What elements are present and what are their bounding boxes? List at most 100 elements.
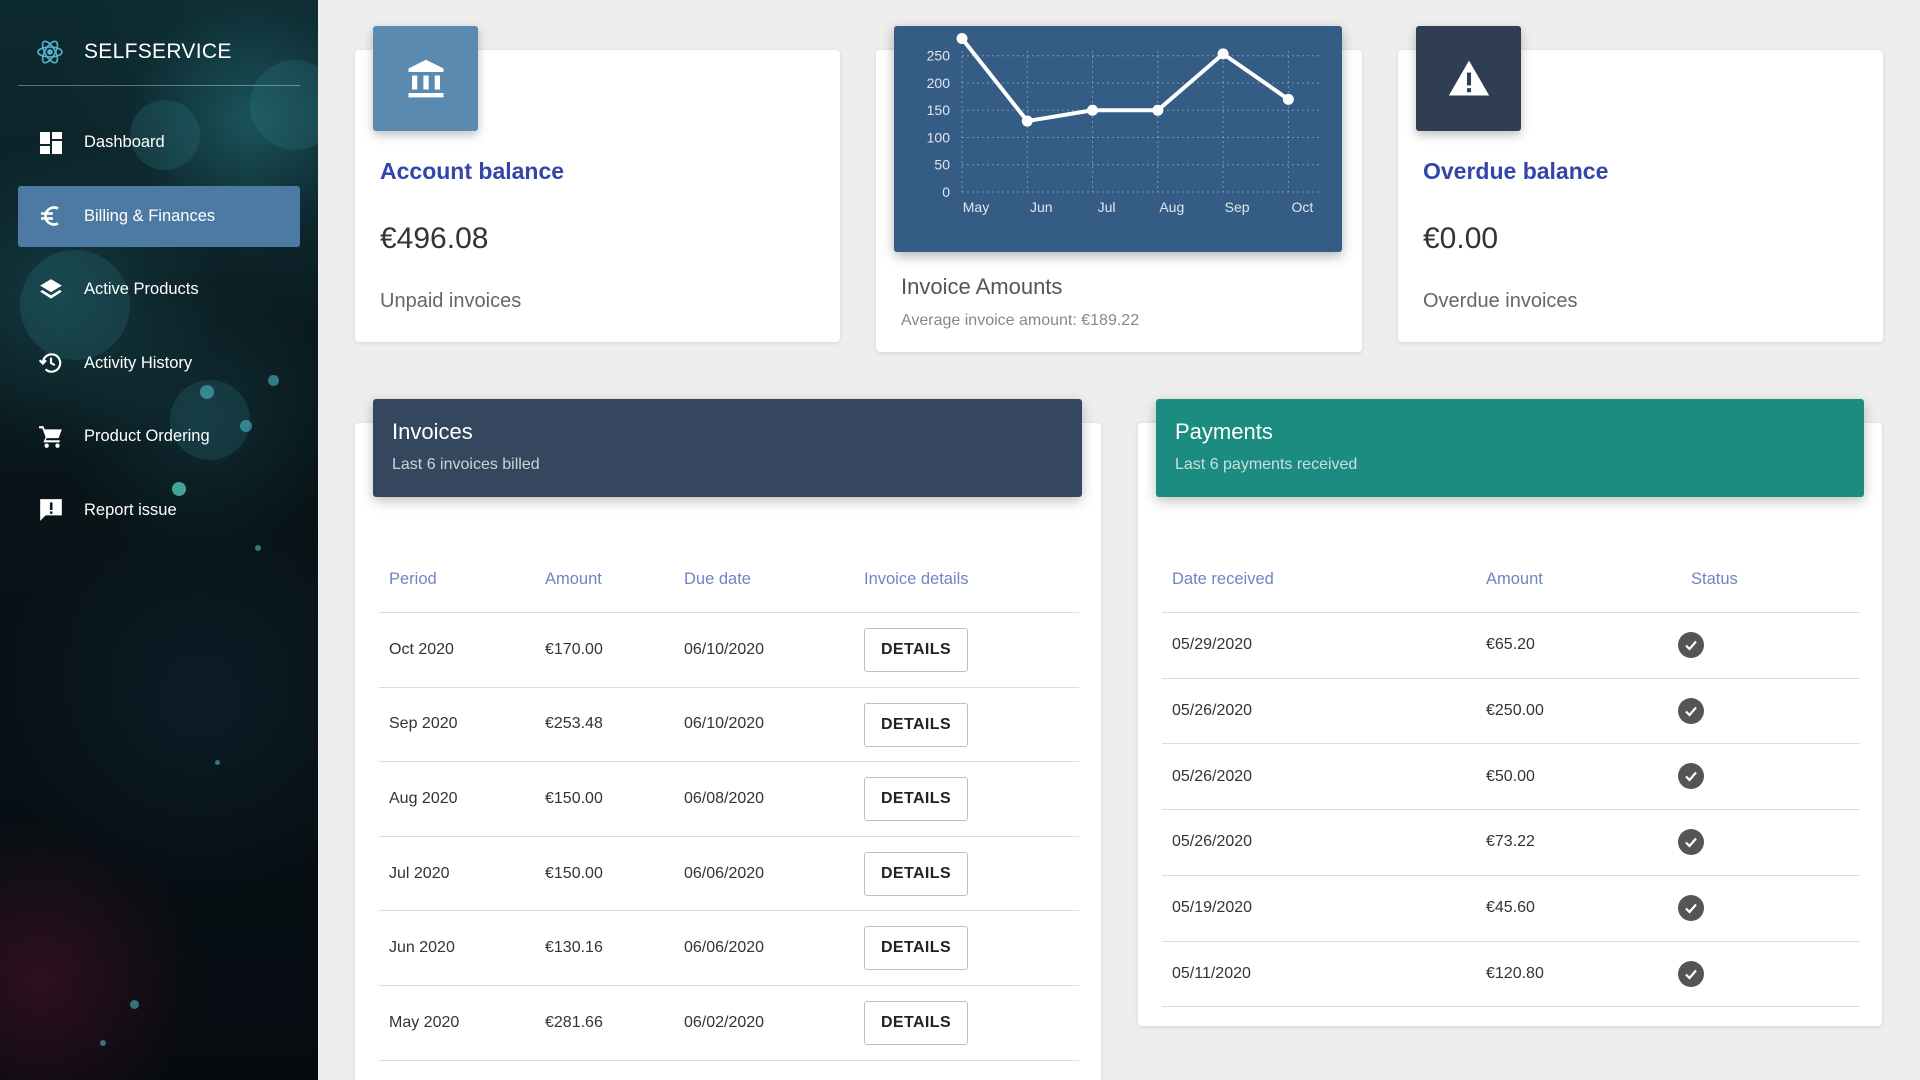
invoice-period: Jun 2020: [389, 939, 455, 957]
table-row: 05/26/2020 €73.22: [1162, 809, 1860, 875]
brand[interactable]: SELFSERVICE: [18, 18, 300, 86]
column-header-amount[interactable]: Amount: [545, 570, 602, 589]
table-row: 05/29/2020 €65.20: [1162, 612, 1860, 678]
background-dot: [100, 1040, 106, 1046]
x-tick-label: Sep: [1225, 199, 1250, 215]
column-header-status[interactable]: Status: [1691, 570, 1738, 589]
table-divider: [1162, 1006, 1860, 1008]
sidebar-item-report-issue[interactable]: Report issue: [18, 480, 300, 541]
x-tick-label: Oct: [1291, 199, 1313, 215]
invoice-period: Oct 2020: [389, 640, 454, 658]
warning-icon: [1416, 26, 1521, 131]
invoice-period: Sep 2020: [389, 715, 458, 733]
sidebar-item-label: Product Ordering: [84, 427, 210, 445]
table-row: Sep 2020 €253.48 06/10/2020 DETAILS: [379, 686, 1079, 762]
invoice-due-date: 06/10/2020: [684, 715, 765, 733]
data-point[interactable]: [956, 32, 968, 44]
card-title: Overdue balance: [1423, 158, 1609, 184]
layers-icon: [36, 275, 66, 305]
data-point[interactable]: [1282, 93, 1294, 105]
invoice-due-date: 06/08/2020: [684, 789, 765, 807]
payment-date: 05/26/2020: [1172, 702, 1253, 720]
y-tick-label: 50: [934, 157, 950, 173]
sidebar-item-label: Activity History: [84, 353, 193, 372]
dashboard-icon: [36, 128, 66, 158]
data-point[interactable]: [1152, 104, 1164, 116]
details-button[interactable]: DETAILS: [864, 702, 968, 747]
sidebar-item-active-products[interactable]: Active Products: [18, 259, 300, 320]
details-button[interactable]: DETAILS: [864, 628, 968, 672]
check-circle-icon: [1678, 829, 1704, 856]
table-row: Jun 2020 €130.16 06/06/2020 DETAILS: [379, 910, 1079, 985]
y-tick-label: 0: [942, 184, 950, 200]
card-title: Account balance: [380, 158, 565, 184]
payment-amount: €50.00: [1486, 767, 1535, 785]
cart-icon: [36, 422, 66, 452]
sidebar-item-label: Dashboard: [84, 133, 165, 151]
payments-card: Payments Last 6 payments received Date r…: [1138, 399, 1882, 1026]
details-button[interactable]: DETAILS: [864, 851, 968, 896]
sidebar-nav: Dashboard Billing & Finances Active Prod…: [18, 112, 300, 553]
table-row: Oct 2020 €170.00 06/10/2020 DETAILS: [379, 612, 1079, 687]
table-title: Payments: [1175, 419, 1273, 444]
check-circle-icon: [1678, 960, 1704, 987]
sidebar-item-billing[interactable]: Billing & Finances: [18, 185, 300, 247]
invoice-period: Jul 2020: [389, 864, 450, 882]
invoice-due-date: 06/10/2020: [684, 640, 765, 658]
balance-value: €496.08: [380, 222, 489, 255]
table-row: 05/19/2020 €45.60: [1162, 874, 1860, 941]
invoice-amount: €130.16: [545, 939, 603, 957]
sidebar-item-label: Active Products: [84, 280, 199, 298]
payment-date: 05/11/2020: [1172, 964, 1251, 982]
table-subtitle: Last 6 payments received: [1175, 456, 1358, 473]
app-title: SELFSERVICE: [84, 39, 232, 63]
invoice-amount: €281.66: [545, 1013, 603, 1031]
sidebar-item-dashboard[interactable]: Dashboard: [18, 112, 300, 173]
data-point[interactable]: [1217, 48, 1229, 60]
card-subtitle: Average invoice amount: €189.22: [901, 312, 1140, 329]
column-header-amount[interactable]: Amount: [1486, 570, 1543, 589]
card-title: Invoice Amounts: [901, 274, 1063, 299]
details-button[interactable]: DETAILS: [864, 926, 968, 971]
table-title: Invoices: [392, 419, 473, 444]
table-divider: [379, 1059, 1079, 1061]
euro-icon: [36, 201, 66, 231]
y-tick-label: 150: [927, 102, 951, 118]
sidebar-item-product-ordering[interactable]: Product Ordering: [18, 406, 300, 467]
table-row: 05/11/2020 €120.80: [1162, 940, 1860, 1007]
details-button[interactable]: DETAILS: [864, 1001, 968, 1045]
y-tick-label: 250: [927, 48, 951, 64]
report-icon: [36, 495, 66, 525]
invoice-due-date: 06/06/2020: [684, 864, 765, 882]
column-header-period[interactable]: Period: [389, 570, 437, 589]
check-circle-icon: [1678, 763, 1704, 790]
check-circle-icon: [1678, 894, 1704, 921]
x-tick-label: Jun: [1030, 199, 1053, 215]
data-point[interactable]: [1087, 104, 1099, 116]
invoice-amount: €253.48: [545, 715, 603, 733]
column-header-invoice-details[interactable]: Invoice details: [864, 570, 969, 589]
payment-amount: €45.60: [1486, 899, 1535, 917]
line-chart: 0 50 100 150 200 250 May Jun Jul Aug Sep Oct: [927, 32, 1321, 215]
invoice-amount: €150.00: [545, 864, 603, 882]
card-subtitle: Overdue invoices: [1423, 290, 1578, 312]
details-button[interactable]: DETAILS: [864, 777, 968, 822]
column-header-date-received[interactable]: Date received: [1172, 570, 1274, 589]
bank-icon: [373, 26, 478, 131]
check-circle-icon: [1678, 632, 1704, 658]
table-row: Aug 2020 €150.00 06/08/2020 DETAILS: [379, 761, 1079, 836]
payment-date: 05/26/2020: [1172, 833, 1253, 851]
background-dot: [130, 1000, 139, 1009]
column-header-due-date[interactable]: Due date: [684, 570, 751, 589]
payment-date: 05/26/2020: [1172, 767, 1253, 785]
payment-amount: €120.80: [1486, 964, 1544, 982]
invoice-due-date: 06/02/2020: [684, 1013, 765, 1031]
invoice-amount: €170.00: [545, 640, 603, 658]
payment-date: 05/29/2020: [1172, 636, 1253, 654]
data-point[interactable]: [1021, 115, 1033, 127]
invoice-amounts-chart: 0 50 100 150 200 250 May Jun Jul Aug Sep Oct: [894, 26, 1342, 252]
sidebar-item-activity-history[interactable]: Activity History: [18, 333, 300, 394]
invoices-header: Invoices Last 6 invoices billed: [373, 399, 1082, 497]
table-row: Jul 2020 €150.00 06/06/2020 DETAILS: [379, 835, 1079, 911]
payments-header: Payments Last 6 payments received: [1156, 399, 1864, 497]
